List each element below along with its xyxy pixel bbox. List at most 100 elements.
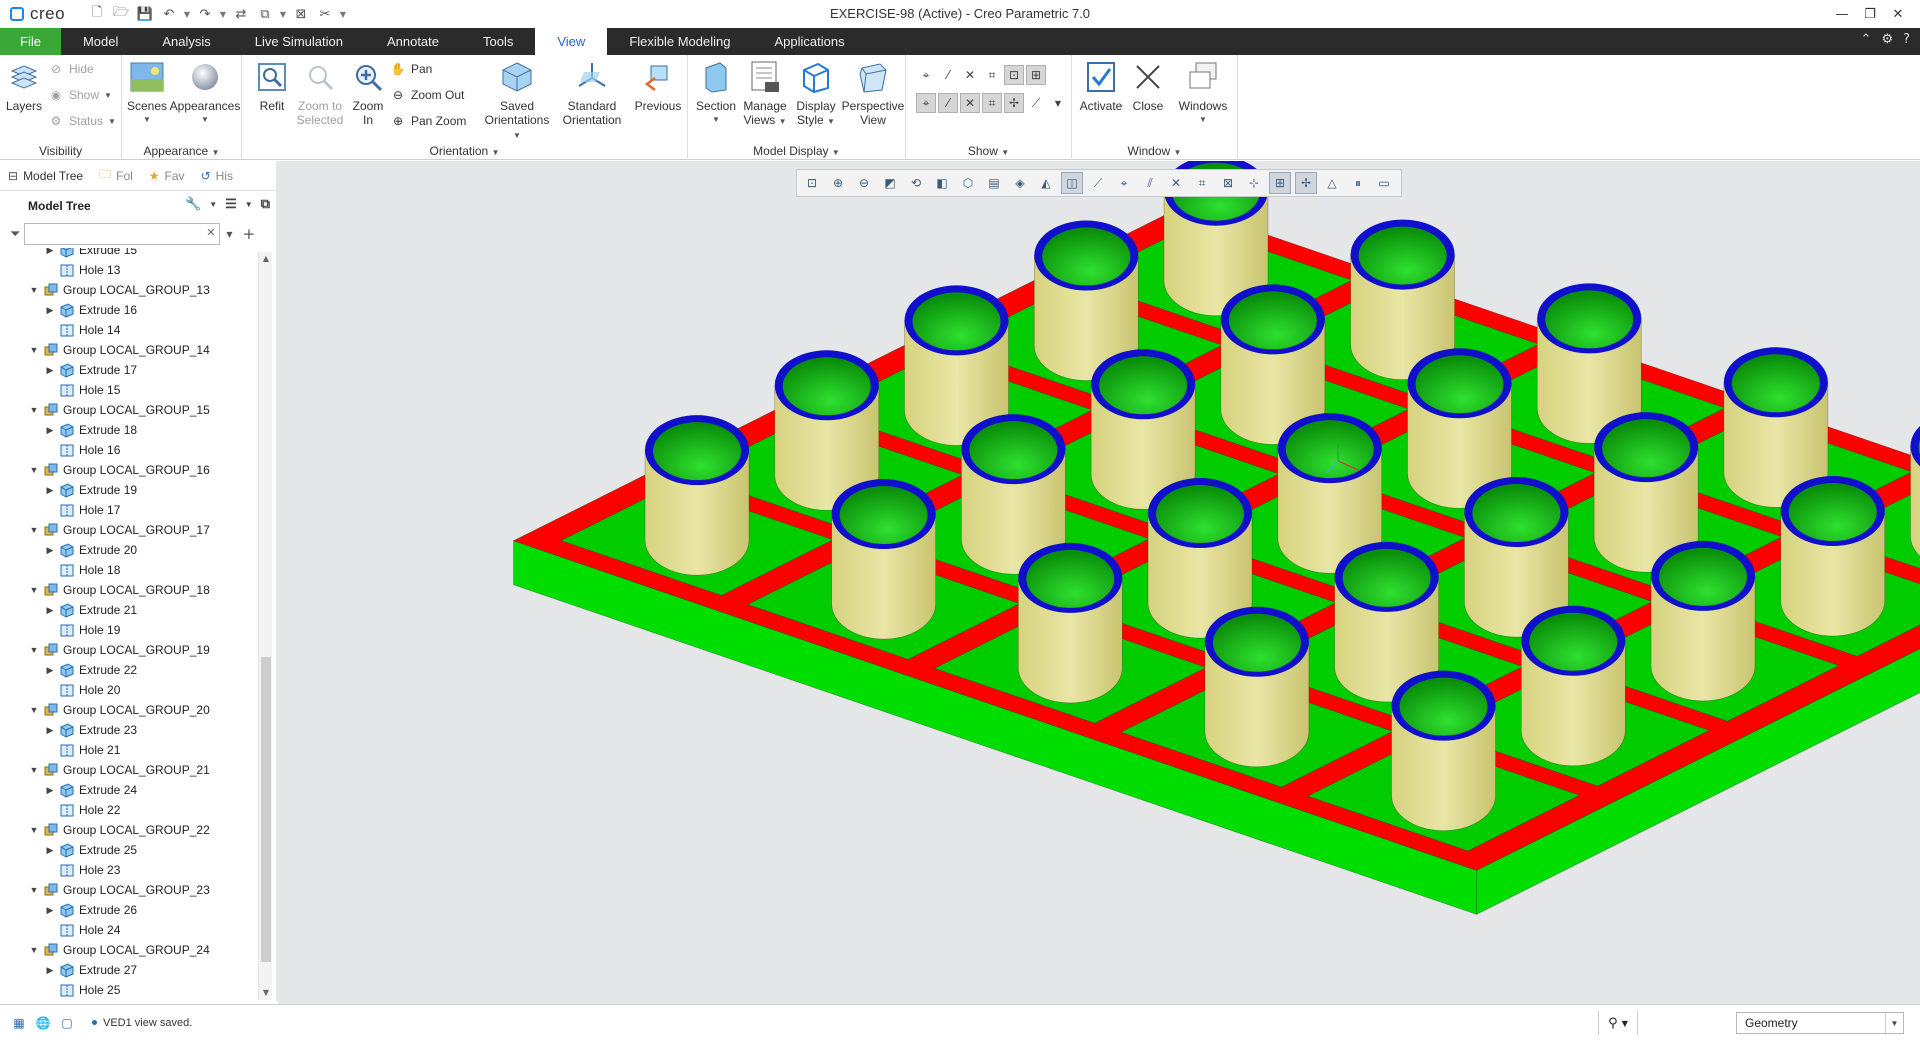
expand-down-icon[interactable]: ▼ bbox=[28, 525, 40, 535]
cylinder-feature[interactable] bbox=[1650, 540, 1756, 702]
group-label-model-display[interactable]: Model Display ▼ bbox=[688, 144, 905, 158]
annotation-display-icon[interactable]: ⊞ bbox=[1026, 65, 1046, 85]
restore-icon[interactable]: ❐ bbox=[1858, 2, 1882, 26]
tree-row[interactable]: ▶ Extrude 19 bbox=[44, 480, 137, 500]
tree-filter-settings-icon[interactable]: ⧉ bbox=[261, 196, 270, 214]
customize-qat-icon[interactable]: ▼ bbox=[338, 3, 348, 25]
tree-row[interactable]: ▶ Extrude 23 bbox=[44, 720, 137, 740]
tab-analysis[interactable]: Analysis bbox=[140, 28, 232, 55]
expand-down-icon[interactable]: ▼ bbox=[28, 405, 40, 415]
redo-dropdown-icon[interactable]: ▼ bbox=[218, 3, 228, 25]
close-window-icon[interactable]: ⊠ bbox=[290, 3, 312, 25]
tab-applications[interactable]: Applications bbox=[752, 28, 866, 55]
expand-right-icon[interactable]: ▶ bbox=[44, 485, 56, 496]
chevron-down-icon[interactable]: ▼ bbox=[245, 196, 253, 214]
tab-folder-browser[interactable]: 🗀 Fol bbox=[91, 162, 141, 190]
group-label-window[interactable]: Window ▼ bbox=[1072, 144, 1237, 158]
tree-group-row[interactable]: ▼ Group LOCAL_GROUP_16 bbox=[28, 460, 210, 480]
zoom-out-icon[interactable]: ⊖ bbox=[853, 172, 875, 194]
repaint-icon[interactable]: ◩ bbox=[879, 172, 901, 194]
expand-right-icon[interactable]: ▶ bbox=[44, 545, 56, 556]
display-style-button[interactable]: Display Style ▼ bbox=[792, 59, 840, 129]
pan-zoom-button[interactable]: ⊕ Pan Zoom bbox=[390, 111, 466, 131]
tag-display-icon[interactable]: ⊡ bbox=[1004, 65, 1024, 85]
annotation-tag-icon[interactable]: ⊞ bbox=[1269, 172, 1291, 194]
expand-down-icon[interactable]: ▼ bbox=[28, 645, 40, 655]
expand-down-icon[interactable]: ▼ bbox=[28, 885, 40, 895]
tree-group-row[interactable]: ▼ Group LOCAL_GROUP_17 bbox=[28, 520, 210, 540]
close-icon[interactable]: ✕ bbox=[1886, 2, 1910, 26]
expand-down-icon[interactable]: ▼ bbox=[28, 825, 40, 835]
display-style-icon[interactable]: ◧ bbox=[931, 172, 953, 194]
tab-view[interactable]: View bbox=[535, 28, 608, 55]
csys-display-icon[interactable]: ⌗ bbox=[1191, 172, 1213, 194]
standard-orientation-button[interactable]: Standard Orientation bbox=[556, 59, 628, 127]
tab-model-tree[interactable]: ⊟ Model Tree bbox=[0, 162, 91, 190]
spin-icon[interactable]: ⟲ bbox=[905, 172, 927, 194]
clear-search-icon[interactable]: ✕ bbox=[206, 226, 215, 239]
expand-down-icon[interactable]: ▼ bbox=[28, 285, 40, 295]
previous-button[interactable]: Previous bbox=[630, 59, 686, 113]
perspective-icon[interactable]: ◈ bbox=[1009, 172, 1031, 194]
manage-views-button[interactable]: Manage Views ▼ bbox=[740, 59, 790, 129]
plane-tag-display-icon[interactable]: ⌖ bbox=[916, 93, 936, 113]
section-button[interactable]: Section ▼ bbox=[694, 59, 738, 127]
redo-icon[interactable]: ↷ bbox=[194, 3, 216, 25]
browser-toggle-icon[interactable]: 🌐 bbox=[34, 1014, 52, 1032]
expand-right-icon[interactable]: ▶ bbox=[44, 785, 56, 796]
close-panel-icon[interactable]: ▭ bbox=[1373, 172, 1395, 194]
tree-row[interactable]: ▶ Extrude 18 bbox=[44, 420, 137, 440]
tree-row[interactable]: ▶ Extrude 25 bbox=[44, 840, 137, 860]
show-dropdown-icon[interactable]: ▼ bbox=[1048, 93, 1068, 113]
expand-right-icon[interactable]: ▶ bbox=[44, 248, 56, 256]
fullscreen-icon[interactable]: ▢ bbox=[58, 1014, 76, 1032]
tree-row[interactable]: Hole 22 bbox=[44, 800, 120, 820]
hide-button[interactable]: ⊘ Hide bbox=[48, 59, 94, 79]
scrollbar-thumb[interactable] bbox=[261, 657, 271, 962]
annotation-display-icon[interactable]: ◫ bbox=[1061, 172, 1083, 194]
open-folder-icon[interactable]: 🗁 bbox=[110, 3, 132, 25]
warning-triangle-icon[interactable]: △ bbox=[1321, 172, 1343, 194]
cylinder-feature[interactable] bbox=[1391, 670, 1496, 831]
tree-group-row[interactable]: ▼ Group LOCAL_GROUP_20 bbox=[28, 700, 210, 720]
tree-row[interactable]: Hole 13 bbox=[44, 260, 120, 280]
tree-row[interactable]: Hole 16 bbox=[44, 440, 120, 460]
add-icon[interactable]: + bbox=[243, 225, 256, 243]
section-icon[interactable]: ◭ bbox=[1035, 172, 1057, 194]
group-label-appearance[interactable]: Appearance ▼ bbox=[122, 144, 241, 158]
find-button[interactable]: ⚲ ▼ bbox=[1598, 1011, 1638, 1035]
expand-right-icon[interactable]: ▶ bbox=[44, 725, 56, 736]
tree-group-row[interactable]: ▼ Group LOCAL_GROUP_14 bbox=[28, 340, 210, 360]
windows-button[interactable]: Windows ▼ bbox=[1172, 59, 1234, 127]
tree-group-row[interactable]: ▼ Group LOCAL_GROUP_19 bbox=[28, 640, 210, 660]
collapse-ribbon-icon[interactable]: ⌃ bbox=[1861, 32, 1872, 47]
tab-history[interactable]: ↺ His bbox=[193, 162, 241, 190]
refit-icon[interactable]: ⊡ bbox=[801, 172, 823, 194]
tree-row[interactable]: ▶ Extrude 21 bbox=[44, 600, 137, 620]
point-display-icon[interactable]: ✕ bbox=[1165, 172, 1187, 194]
plane-display-icon[interactable]: ⌖ bbox=[1113, 172, 1135, 194]
refit-button[interactable]: Refit bbox=[254, 59, 290, 113]
chevron-down-icon[interactable]: ▼ bbox=[226, 230, 232, 239]
tree-row[interactable]: Hole 19 bbox=[44, 620, 120, 640]
tab-file[interactable]: File bbox=[0, 28, 61, 55]
point-tag-display-icon[interactable]: ✕ bbox=[960, 93, 980, 113]
expand-down-icon[interactable]: ▼ bbox=[28, 705, 40, 715]
point-tag-icon[interactable]: ⊹ bbox=[1243, 172, 1265, 194]
tree-row[interactable]: ▶ Extrude 15 bbox=[44, 248, 137, 260]
tab-favorites[interactable]: ★ Fav bbox=[141, 162, 193, 190]
settings-icon[interactable]: ⚙ bbox=[1881, 32, 1893, 47]
group-label-orientation[interactable]: Orientation ▼ bbox=[242, 144, 687, 158]
tree-group-row[interactable]: ▼ Group LOCAL_GROUP_18 bbox=[28, 580, 210, 600]
tree-row[interactable]: ▶ Extrude 20 bbox=[44, 540, 137, 560]
tree-row[interactable]: Hole 17 bbox=[44, 500, 120, 520]
tree-group-row[interactable]: ▼ Group LOCAL_GROUP_22 bbox=[28, 820, 210, 840]
csys-display-icon[interactable]: ⌗ bbox=[982, 65, 1002, 85]
expand-right-icon[interactable]: ▶ bbox=[44, 305, 56, 316]
regenerate-icon[interactable]: ⇄ bbox=[230, 3, 252, 25]
tree-row[interactable]: ▶ Extrude 26 bbox=[44, 900, 137, 920]
saved-orientations-button[interactable]: Saved Orientations ▼ bbox=[480, 59, 554, 143]
scenes-button[interactable]: Scenes ▼ bbox=[126, 59, 168, 127]
scroll-down-icon[interactable]: ▼ bbox=[259, 986, 273, 1000]
tree-scrollbar[interactable]: ▲ ▼ bbox=[258, 252, 272, 1000]
